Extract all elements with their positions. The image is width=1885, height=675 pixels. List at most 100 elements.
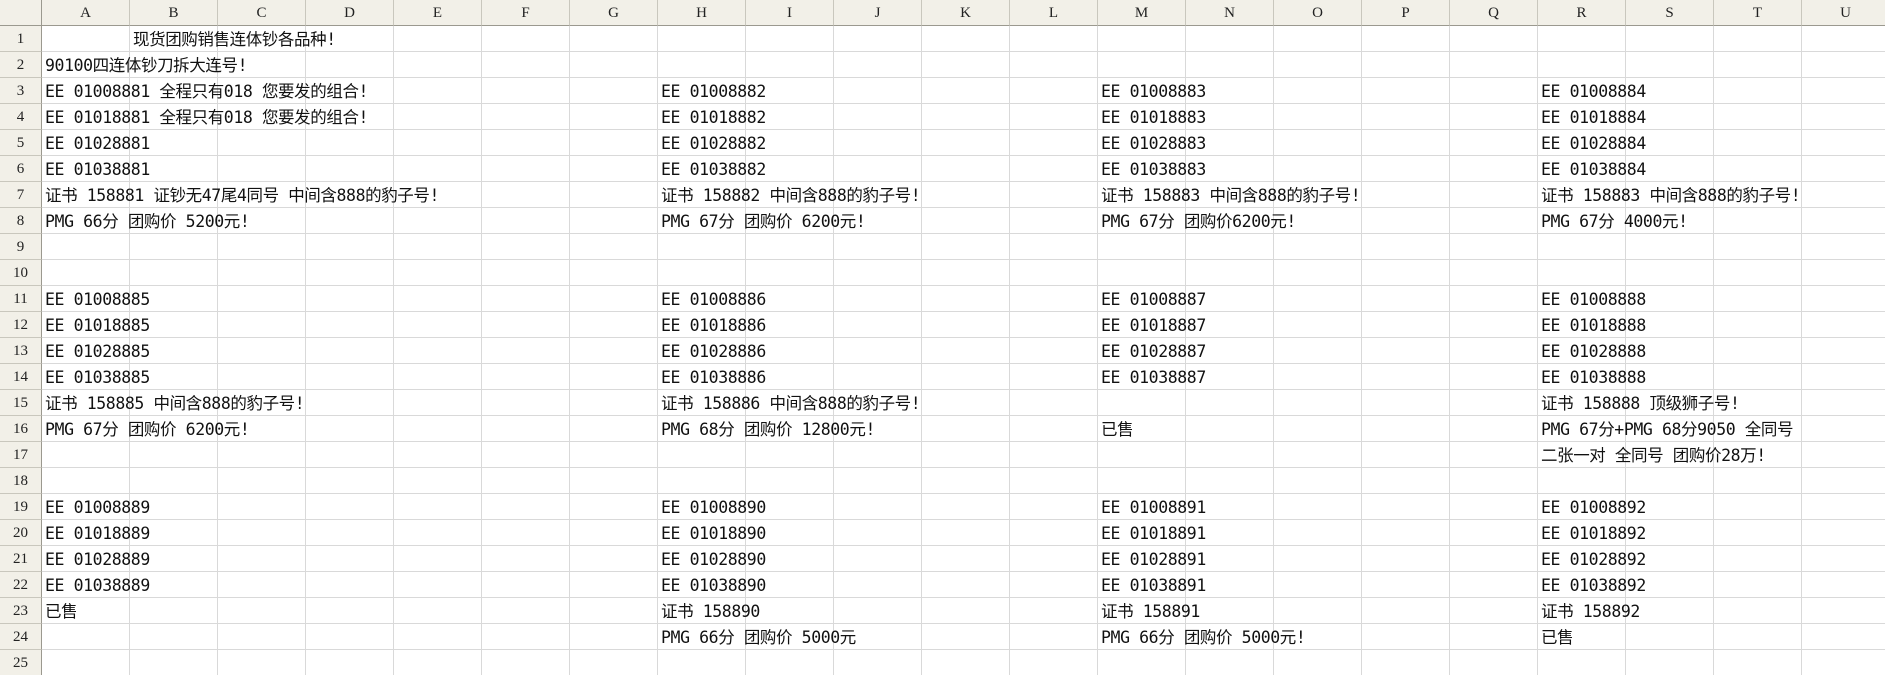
column-header-n[interactable]: N [1186,0,1274,26]
cell-p25[interactable] [1362,650,1450,675]
cell-d13[interactable] [306,338,394,364]
cell-p15[interactable] [1362,390,1450,416]
row-header-8[interactable]: 8 [0,208,42,234]
row-header-9[interactable]: 9 [0,234,42,260]
cell-o12[interactable] [1274,312,1362,338]
cell-k21[interactable] [922,546,1010,572]
cell-f11[interactable] [482,286,570,312]
cell-a1[interactable] [42,26,130,52]
cell-u7[interactable] [1802,182,1885,208]
cell-u23[interactable] [1802,598,1885,624]
cell-o22[interactable] [1274,572,1362,598]
cell-c18[interactable] [218,468,306,494]
cell-i18[interactable] [746,468,834,494]
cell-o4[interactable] [1274,104,1362,130]
cell-i9[interactable] [746,234,834,260]
cell-p3[interactable] [1362,78,1450,104]
cell-e17[interactable] [394,442,482,468]
cell-n17[interactable] [1186,442,1274,468]
column-header-q[interactable]: Q [1450,0,1538,26]
cell-d16[interactable] [306,416,394,442]
cell-j3[interactable] [834,78,922,104]
cell-i2[interactable] [746,52,834,78]
cell-u24[interactable] [1802,624,1885,650]
cell-t6[interactable] [1714,156,1802,182]
cell-l22[interactable] [1010,572,1098,598]
cell-q20[interactable] [1450,520,1538,546]
cell-q15[interactable] [1450,390,1538,416]
cell-q21[interactable] [1450,546,1538,572]
cell-p19[interactable] [1362,494,1450,520]
cell-p9[interactable] [1362,234,1450,260]
cell-u12[interactable] [1802,312,1885,338]
cell-c25[interactable] [218,650,306,675]
cell-c17[interactable] [218,442,306,468]
cell-d8[interactable] [306,208,394,234]
cell-d18[interactable] [306,468,394,494]
cell-u16[interactable] [1802,416,1885,442]
cell-e12[interactable] [394,312,482,338]
cell-o18[interactable] [1274,468,1362,494]
cell-o2[interactable] [1274,52,1362,78]
cell-j10[interactable] [834,260,922,286]
column-header-l[interactable]: L [1010,0,1098,26]
cell-m9[interactable] [1098,234,1186,260]
cell-u3[interactable] [1802,78,1885,104]
cell-d11[interactable] [306,286,394,312]
cell-o13[interactable] [1274,338,1362,364]
cell-e8[interactable] [394,208,482,234]
cell-p24[interactable] [1362,624,1450,650]
cell-c20[interactable] [218,520,306,546]
row-header-15[interactable]: 15 [0,390,42,416]
cell-e15[interactable] [394,390,482,416]
cell-o20[interactable] [1274,520,1362,546]
cell-c14[interactable] [218,364,306,390]
cell-g24[interactable] [570,624,658,650]
cell-u25[interactable] [1802,650,1885,675]
cell-f19[interactable] [482,494,570,520]
cell-t12[interactable] [1714,312,1802,338]
cell-l3[interactable] [1010,78,1098,104]
cell-u5[interactable] [1802,130,1885,156]
cell-p14[interactable] [1362,364,1450,390]
cell-j9[interactable] [834,234,922,260]
column-header-o[interactable]: O [1274,0,1362,26]
row-header-5[interactable]: 5 [0,130,42,156]
cell-p7[interactable] [1362,182,1450,208]
cell-u18[interactable] [1802,468,1885,494]
column-header-m[interactable]: M [1098,0,1186,26]
cell-p16[interactable] [1362,416,1450,442]
column-header-c[interactable]: C [218,0,306,26]
cell-l21[interactable] [1010,546,1098,572]
cell-q8[interactable] [1450,208,1538,234]
cell-g20[interactable] [570,520,658,546]
cell-f6[interactable] [482,156,570,182]
cell-a25[interactable] [42,650,130,675]
cell-o1[interactable] [1274,26,1362,52]
cell-d6[interactable] [306,156,394,182]
cell-s1[interactable] [1626,26,1714,52]
row-header-13[interactable]: 13 [0,338,42,364]
row-header-16[interactable]: 16 [0,416,42,442]
cell-m10[interactable] [1098,260,1186,286]
cell-f4[interactable] [482,104,570,130]
cell-f10[interactable] [482,260,570,286]
cell-a24[interactable] [42,624,130,650]
cell-o14[interactable] [1274,364,1362,390]
cell-k4[interactable] [922,104,1010,130]
cell-d14[interactable] [306,364,394,390]
cell-n9[interactable] [1186,234,1274,260]
cell-c6[interactable] [218,156,306,182]
cell-d10[interactable] [306,260,394,286]
cell-k12[interactable] [922,312,1010,338]
cell-g12[interactable] [570,312,658,338]
row-header-19[interactable]: 19 [0,494,42,520]
cell-l2[interactable] [1010,52,1098,78]
cell-h10[interactable] [658,260,746,286]
row-header-7[interactable]: 7 [0,182,42,208]
column-header-d[interactable]: D [306,0,394,26]
cell-l11[interactable] [1010,286,1098,312]
cell-k20[interactable] [922,520,1010,546]
cell-d9[interactable] [306,234,394,260]
cell-o19[interactable] [1274,494,1362,520]
